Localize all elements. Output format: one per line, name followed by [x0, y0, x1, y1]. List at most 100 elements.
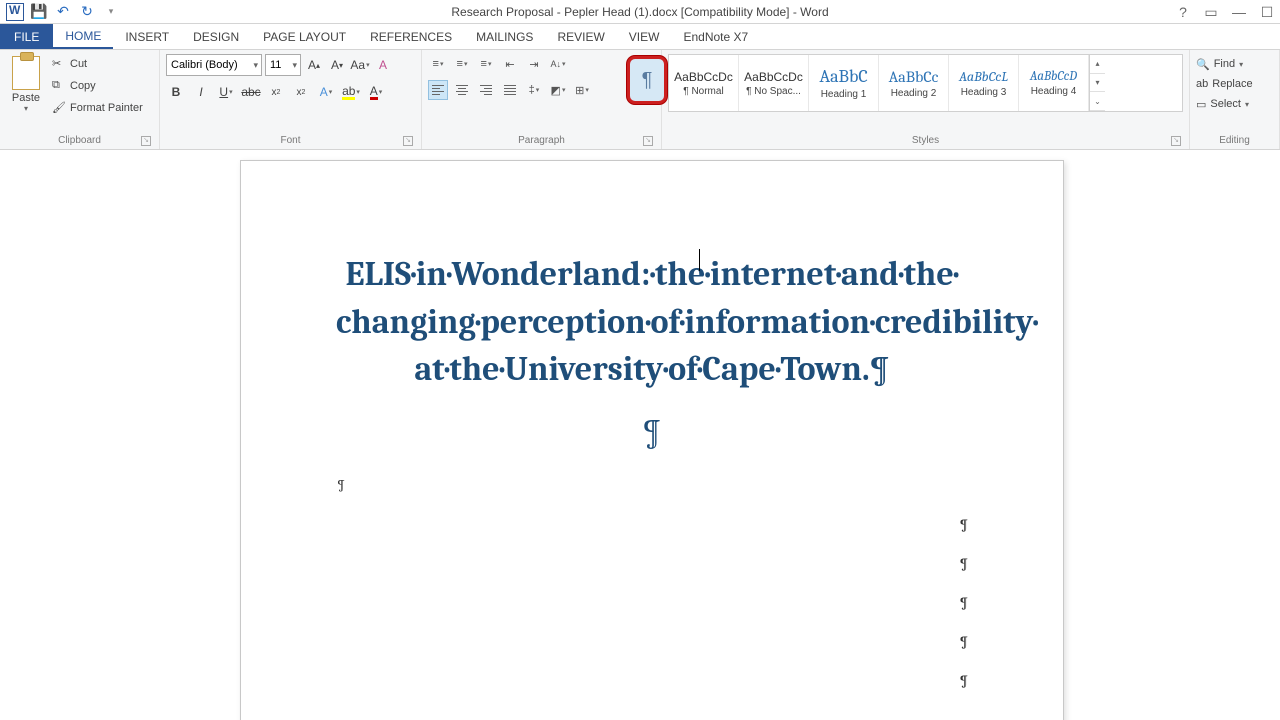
font-size-combo[interactable]: 11 [265, 54, 301, 76]
document-area[interactable]: ELIS·in·Wonderland:·the·internet·and·the… [0, 150, 1280, 720]
justify-button[interactable] [500, 80, 520, 100]
clipboard-group-label: Clipboard↘ [6, 133, 153, 149]
font-group-label: Font↘ [166, 133, 415, 149]
page[interactable]: ELIS·in·Wonderland:·the·internet·and·the… [240, 160, 1064, 720]
cut-button[interactable]: ✂ Cut [52, 54, 143, 74]
tab-references[interactable]: REFERENCES [358, 24, 464, 49]
dialog-launcher-icon[interactable]: ↘ [403, 136, 413, 146]
dialog-launcher-icon[interactable]: ↘ [643, 136, 653, 146]
word-icon [6, 3, 24, 21]
align-center-button[interactable] [452, 80, 472, 100]
document-title[interactable]: ELIS·in·Wonderland:·the·internet·and·the… [336, 251, 968, 394]
tab-insert[interactable]: INSERT [113, 24, 181, 49]
line-spacing-button[interactable]: ‡ [524, 80, 544, 100]
minimize-icon[interactable]: — [1230, 4, 1248, 20]
cursor-pilcrow: ¶ [337, 476, 345, 493]
replace-button[interactable]: abReplace [1196, 74, 1273, 94]
style-no-spacing[interactable]: AaBbCcDc¶ No Spac... [739, 55, 809, 111]
copy-icon: ⧉ [52, 79, 66, 93]
select-button[interactable]: ▭Select [1196, 94, 1273, 114]
bullets-button[interactable]: ≡ [428, 54, 448, 74]
styles-up-icon[interactable]: ▴ [1090, 55, 1105, 74]
find-button[interactable]: 🔍Find [1196, 54, 1273, 74]
font-name-combo[interactable]: Calibri (Body) [166, 54, 262, 76]
paragraph-group-label: Paragraph↘ [428, 133, 655, 149]
clear-formatting-button[interactable]: A [373, 55, 393, 75]
multilevel-button[interactable]: ≡ [476, 54, 496, 74]
align-right-button[interactable] [476, 80, 496, 100]
group-paragraph: ≡ ≡ ≡ ⇤ ⇥ A↓ ¶ ‡ ◩ ⊞ Paragraph↘ [422, 50, 662, 149]
superscript-button[interactable]: x2 [291, 82, 311, 102]
pilcrow-icon: ¶ [642, 69, 653, 92]
increase-indent-button[interactable]: ⇥ [524, 54, 544, 74]
group-editing: 🔍Find abReplace ▭Select Editing [1190, 50, 1280, 149]
save-icon[interactable]: 💾 [30, 3, 48, 21]
tab-home[interactable]: HOME [53, 24, 113, 49]
undo-icon[interactable]: ↶ [54, 3, 72, 21]
highlight-button[interactable]: ab [341, 82, 361, 102]
tab-mailings[interactable]: MAILINGS [464, 24, 545, 49]
align-left-button[interactable] [428, 80, 448, 100]
styles-gallery: AaBbCcDc¶ Normal AaBbCcDc¶ No Spac... Aa… [668, 54, 1183, 112]
ribbon-tabs: FILE HOME INSERT DESIGN PAGE LAYOUT REFE… [0, 24, 1280, 50]
group-clipboard: Paste ▾ ✂ Cut ⧉Copy 🖌Format Painter Clipb… [0, 50, 160, 149]
paste-button[interactable]: Paste ▾ [6, 54, 46, 118]
shading-button[interactable]: ◩ [548, 80, 568, 100]
format-painter-button[interactable]: 🖌Format Painter [52, 98, 143, 118]
change-case-button[interactable]: Aa [350, 55, 370, 75]
title-bar: 💾 ↶ ↻ ▾ Research Proposal - Pepler Head … [0, 0, 1280, 24]
styles-down-icon[interactable]: ▾ [1090, 74, 1105, 93]
cut-label: Cut [70, 58, 87, 70]
pilcrow-mark: ¶ [960, 633, 968, 650]
strikethrough-button[interactable]: abc [241, 82, 261, 102]
group-styles: AaBbCcDc¶ Normal AaBbCcDc¶ No Spac... Aa… [662, 50, 1190, 149]
right-pilcrows: ¶ ¶ ¶ ¶ ¶ [960, 516, 968, 689]
paste-label: Paste [12, 92, 40, 104]
ribbon-display-icon[interactable]: ▭ [1202, 4, 1220, 21]
tab-view[interactable]: VIEW [617, 24, 672, 49]
styles-group-label: Styles↘ [668, 133, 1183, 149]
styles-expand[interactable]: ▴▾⌄ [1089, 55, 1105, 111]
decrease-indent-button[interactable]: ⇤ [500, 54, 520, 74]
quick-access-toolbar: 💾 ↶ ↻ ▾ [0, 3, 120, 21]
borders-button[interactable]: ⊞ [572, 80, 592, 100]
editing-group-label: Editing [1196, 133, 1273, 149]
help-icon[interactable]: ? [1174, 4, 1192, 20]
style-normal[interactable]: AaBbCcDc¶ Normal [669, 55, 739, 111]
font-color-button[interactable]: A [366, 82, 386, 102]
style-heading-4[interactable]: AaBbCcDHeading 4 [1019, 55, 1089, 111]
style-heading-2[interactable]: AaBbCcHeading 2 [879, 55, 949, 111]
subscript-button[interactable]: x2 [266, 82, 286, 102]
qat-dropdown-icon[interactable]: ▾ [102, 3, 120, 21]
numbering-button[interactable]: ≡ [452, 54, 472, 74]
styles-more-icon[interactable]: ⌄ [1090, 92, 1105, 111]
scissors-icon: ✂ [52, 57, 66, 71]
tab-review[interactable]: REVIEW [545, 24, 616, 49]
shrink-font-button[interactable]: A▾ [327, 55, 347, 75]
sort-button[interactable]: A↓ [548, 54, 568, 74]
style-heading-3[interactable]: AaBbCcLHeading 3 [949, 55, 1019, 111]
grow-font-button[interactable]: A▴ [304, 55, 324, 75]
ribbon: Paste ▾ ✂ Cut ⧉Copy 🖌Format Painter Clipb… [0, 50, 1280, 150]
redo-icon[interactable]: ↻ [78, 3, 96, 21]
pilcrow-mark: ¶ [960, 516, 968, 533]
bold-button[interactable]: B [166, 82, 186, 102]
tab-page-layout[interactable]: PAGE LAYOUT [251, 24, 358, 49]
tab-design[interactable]: DESIGN [181, 24, 251, 49]
tab-file[interactable]: FILE [0, 24, 53, 49]
tab-endnote[interactable]: EndNote X7 [671, 24, 760, 49]
style-heading-1[interactable]: AaBbCHeading 1 [809, 55, 879, 111]
italic-button[interactable]: I [191, 82, 211, 102]
dialog-launcher-icon[interactable]: ↘ [141, 136, 151, 146]
group-font: Calibri (Body) 11 A▴ A▾ Aa A B I U abc x… [160, 50, 422, 149]
dialog-launcher-icon[interactable]: ↘ [1171, 136, 1181, 146]
copy-button[interactable]: ⧉Copy [52, 76, 143, 96]
window-title: Research Proposal - Pepler Head (1).docx… [0, 5, 1280, 19]
brush-icon: 🖌 [52, 101, 66, 115]
pilcrow-mark: ¶ [960, 672, 968, 689]
maximize-icon[interactable]: ☐ [1258, 4, 1276, 21]
text-effects-button[interactable]: A [316, 82, 336, 102]
show-hide-paragraph-button[interactable]: ¶ [627, 56, 667, 104]
pilcrow-mark: ¶ [960, 555, 968, 572]
underline-button[interactable]: U [216, 82, 236, 102]
